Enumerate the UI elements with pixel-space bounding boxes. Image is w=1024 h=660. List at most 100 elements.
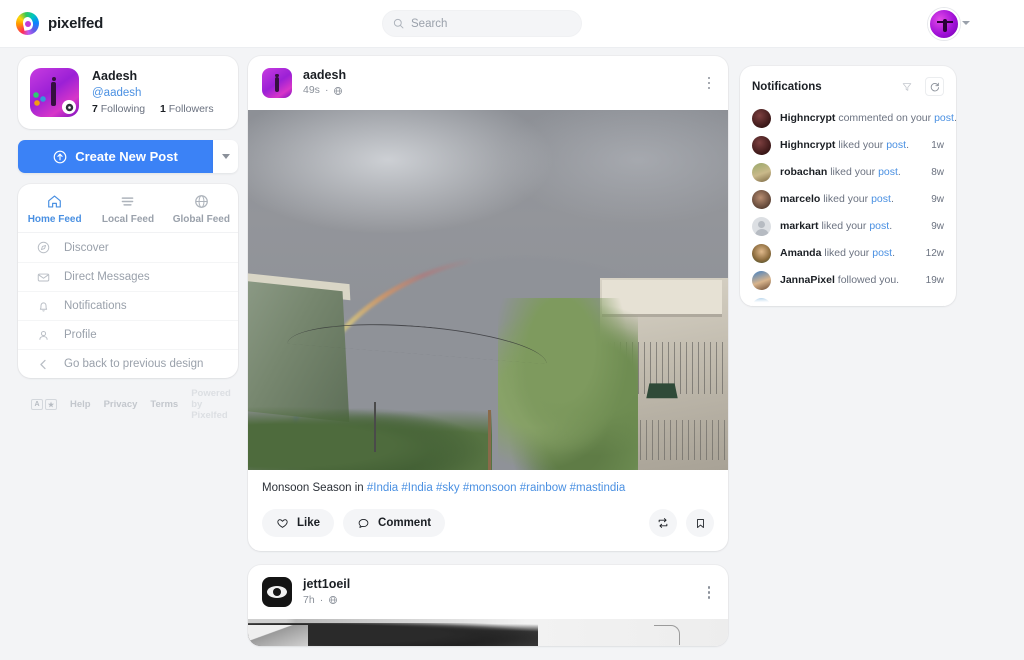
notifications-title: Notifications bbox=[752, 80, 822, 93]
create-post-dropdown-button[interactable] bbox=[213, 140, 238, 174]
notification-time: 1w bbox=[931, 140, 944, 151]
hashtag[interactable]: #monsoon bbox=[463, 482, 517, 494]
create-post-row: Create New Post bbox=[18, 140, 238, 174]
notification-user[interactable]: markart bbox=[780, 220, 819, 232]
notification-item[interactable]: markart liked your post. 9w bbox=[740, 213, 956, 240]
globe-icon bbox=[329, 596, 338, 605]
gear-icon[interactable] bbox=[62, 100, 76, 115]
hashtag[interactable]: #India bbox=[401, 482, 432, 494]
notification-item[interactable]: Highncrypt commented on your post. 1w bbox=[740, 105, 956, 132]
post-card: aadesh 49s · Monsoon Season in #India #I… bbox=[248, 56, 728, 552]
notification-item[interactable]: Amanda liked your post. 12w bbox=[740, 240, 956, 267]
sidebar-item-go-back-previous-design[interactable]: Go back to previous design bbox=[18, 349, 238, 378]
notification-item[interactable]: robachan liked your post. 8w bbox=[740, 159, 956, 186]
avatar[interactable] bbox=[262, 577, 292, 608]
avatar bbox=[752, 244, 771, 263]
bookmark-button[interactable] bbox=[686, 509, 714, 538]
notification-time: 8w bbox=[931, 167, 944, 178]
notification-user[interactable]: Highncrypt bbox=[780, 112, 835, 124]
footer-powered-by[interactable]: Powered by Pixelfed bbox=[191, 388, 231, 421]
brand-logo-link[interactable]: pixelfed bbox=[16, 12, 103, 35]
hashtag[interactable]: #India bbox=[367, 482, 398, 494]
like-button[interactable]: Like bbox=[262, 509, 335, 538]
comment-button[interactable]: Comment bbox=[343, 509, 446, 538]
footer-link-terms[interactable]: Terms bbox=[150, 399, 178, 410]
notification-link[interactable]: post bbox=[872, 247, 892, 259]
notification-item[interactable]: marcelo liked your post. 9w bbox=[740, 186, 956, 213]
notification-text: Amanda liked your post. bbox=[780, 247, 895, 261]
notifications-refresh-button[interactable] bbox=[925, 77, 944, 96]
notification-user[interactable]: Amanda bbox=[780, 247, 821, 259]
create-post-label: Create New Post bbox=[75, 149, 178, 165]
profile-handle[interactable]: @aadesh bbox=[92, 85, 214, 102]
notification-suffix: . bbox=[906, 138, 909, 151]
sidebar-item-discover[interactable]: Discover bbox=[18, 233, 238, 262]
tab-home-feed[interactable]: Home Feed bbox=[18, 193, 91, 225]
avatar bbox=[752, 163, 771, 182]
tab-global-feed[interactable]: Global Feed bbox=[165, 193, 238, 225]
notifications-filter-button[interactable] bbox=[897, 77, 916, 96]
upload-circle-icon bbox=[53, 150, 67, 164]
post-image[interactable] bbox=[248, 110, 728, 470]
badge-star-icon: ★ bbox=[45, 399, 57, 411]
avatar[interactable] bbox=[30, 68, 79, 118]
sidebar-item-notifications[interactable]: Notifications bbox=[18, 291, 238, 320]
chevron-left-icon bbox=[40, 359, 46, 369]
post-options-button[interactable] bbox=[707, 586, 715, 599]
notification-link[interactable]: post bbox=[886, 139, 906, 151]
sidebar-item-direct-messages[interactable]: Direct Messages bbox=[18, 262, 238, 291]
avatar[interactable] bbox=[928, 8, 960, 40]
hashtag[interactable]: #sky bbox=[436, 482, 460, 494]
footer-link-help[interactable]: Help bbox=[70, 399, 91, 410]
post-card: jett1oeil 7h · bbox=[248, 565, 728, 647]
notification-user[interactable]: Highncrypt bbox=[780, 139, 835, 151]
avatar bbox=[752, 190, 771, 209]
globe-icon bbox=[194, 195, 208, 209]
globe-icon bbox=[334, 87, 343, 96]
post-meta-separator: · bbox=[324, 84, 329, 97]
post-author-username[interactable]: jett1oeil bbox=[303, 576, 350, 592]
notifications-panel: Notifications Highncrypt commented on yo… bbox=[740, 66, 956, 306]
footer-link-privacy[interactable]: Privacy bbox=[104, 399, 138, 410]
tab-home-feed-label: Home Feed bbox=[27, 214, 82, 226]
notification-user[interactable]: robachan bbox=[780, 166, 827, 178]
profile-display-name: Aadesh bbox=[92, 69, 138, 83]
search-container: Search bbox=[382, 10, 582, 37]
notification-link[interactable]: post bbox=[869, 220, 889, 232]
notification-user[interactable]: marcelo bbox=[780, 193, 820, 205]
create-new-post-button[interactable]: Create New Post bbox=[18, 140, 213, 174]
tab-global-feed-label: Global Feed bbox=[172, 214, 230, 226]
notification-action: followed you. bbox=[837, 273, 900, 286]
avatar[interactable] bbox=[262, 68, 292, 98]
person-icon bbox=[39, 330, 48, 340]
hashtag[interactable]: #rainbow bbox=[520, 482, 567, 494]
avatar bbox=[752, 136, 771, 155]
repost-button[interactable] bbox=[649, 509, 677, 538]
sidebar-menu: Discover Direct Messages Notifications P… bbox=[18, 232, 238, 378]
search-input[interactable]: Search bbox=[382, 10, 582, 37]
post-header: aadesh 49s · bbox=[248, 56, 728, 110]
hashtag[interactable]: #mastindia bbox=[570, 482, 626, 494]
chevron-down-icon[interactable] bbox=[962, 21, 970, 25]
tab-local-feed[interactable]: Local Feed bbox=[91, 193, 164, 225]
notification-user[interactable]: JannaPixel bbox=[780, 274, 835, 286]
notification-time: 12w bbox=[925, 248, 944, 259]
post-caption: Monsoon Season in #India #India #sky #mo… bbox=[248, 470, 728, 497]
notification-item[interactable]: JannaPixel followed you. 19w bbox=[740, 267, 956, 294]
post-image[interactable] bbox=[248, 619, 728, 647]
sidebar-item-profile[interactable]: Profile bbox=[18, 320, 238, 349]
notification-link[interactable]: post bbox=[878, 166, 898, 178]
avatar bbox=[752, 271, 771, 290]
profile-card[interactable]: Aadesh @aadesh 7 Following 1 Followers bbox=[18, 56, 238, 130]
notification-text: JannaPixel followed you. bbox=[780, 274, 899, 288]
compass-icon bbox=[37, 242, 50, 254]
notification-link[interactable]: post bbox=[871, 193, 891, 205]
sidebar-footer: A ★ Help Privacy Terms Powered by Pixelf… bbox=[18, 378, 238, 421]
notification-action: liked your bbox=[823, 192, 869, 205]
post-options-button[interactable] bbox=[707, 76, 715, 90]
post-author-username[interactable]: aadesh bbox=[303, 67, 346, 83]
notification-suffix: . bbox=[954, 112, 956, 124]
notification-item[interactable]: Highncrypt liked your post. 1w bbox=[740, 132, 956, 159]
followers-label: Followers bbox=[168, 102, 214, 115]
notification-link[interactable]: post bbox=[934, 112, 954, 124]
